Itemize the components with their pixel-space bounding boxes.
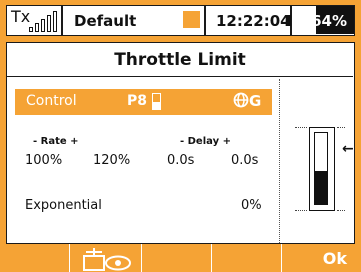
gauge-bottom-tick: [295, 210, 307, 211]
clock-time: 12:22:04: [216, 12, 291, 30]
battery-icon: [286, 15, 291, 26]
delay-minus-value[interactable]: 0.0s: [167, 153, 194, 168]
gauge-top-tick: [295, 127, 307, 128]
softkey-bar: Ok: [0, 244, 361, 272]
control-row[interactable]: Control P8 G: [15, 89, 272, 115]
clock-box: 12:22:04: [205, 5, 291, 36]
gauge-top-tick: [337, 127, 345, 128]
rate-header: - Rate +: [33, 136, 79, 147]
control-label: Control: [26, 93, 77, 109]
gauge-bar: [309, 127, 335, 211]
title-bar: Throttle Limit: [7, 43, 353, 77]
delay-header: - Delay +: [180, 136, 231, 147]
softkey-servo-view[interactable]: [70, 244, 142, 272]
globe-icon: [233, 92, 249, 108]
global-icon[interactable]: G: [233, 92, 261, 110]
ok-button[interactable]: Ok: [282, 244, 361, 272]
page-title: Throttle Limit: [114, 50, 246, 70]
panel-divider: [279, 79, 280, 243]
model-color-indicator: [183, 11, 200, 28]
delay-plus-value[interactable]: 0.0s: [231, 153, 258, 168]
rate-plus-value[interactable]: 120%: [93, 153, 130, 168]
throttle-gauge: ←: [289, 113, 354, 233]
gauge-fill: [315, 171, 327, 204]
tx-signal-indicator: Tx: [6, 5, 62, 36]
exponential-label: Exponential: [25, 198, 102, 213]
softkey-4[interactable]: [212, 244, 282, 272]
main-screen: Throttle Limit Control P8 G - Rate + - D…: [6, 42, 355, 244]
model-name-box[interactable]: Default: [62, 5, 205, 36]
global-icon-letter: G: [249, 92, 262, 110]
rate-minus-value[interactable]: 100%: [25, 153, 62, 168]
model-name: Default: [74, 12, 137, 30]
control-switch-name: P8: [127, 93, 148, 109]
switch-position-indicator: [152, 93, 161, 110]
battery-percent: 64%: [311, 12, 347, 30]
status-bar: Tx Default 12:22:04 64%: [0, 0, 361, 42]
exponential-value[interactable]: 0%: [241, 198, 262, 213]
battery-indicator: 64%: [286, 5, 355, 36]
servo-view-icon: [83, 248, 131, 271]
gauge-bottom-tick: [337, 210, 345, 211]
tx-label: Tx: [11, 7, 31, 26]
softkey-3[interactable]: [142, 244, 212, 272]
limit-arrow-icon: ←: [342, 141, 354, 157]
ok-label: Ok: [322, 249, 347, 268]
softkey-1[interactable]: [0, 244, 70, 272]
gauge-track: [314, 132, 328, 205]
